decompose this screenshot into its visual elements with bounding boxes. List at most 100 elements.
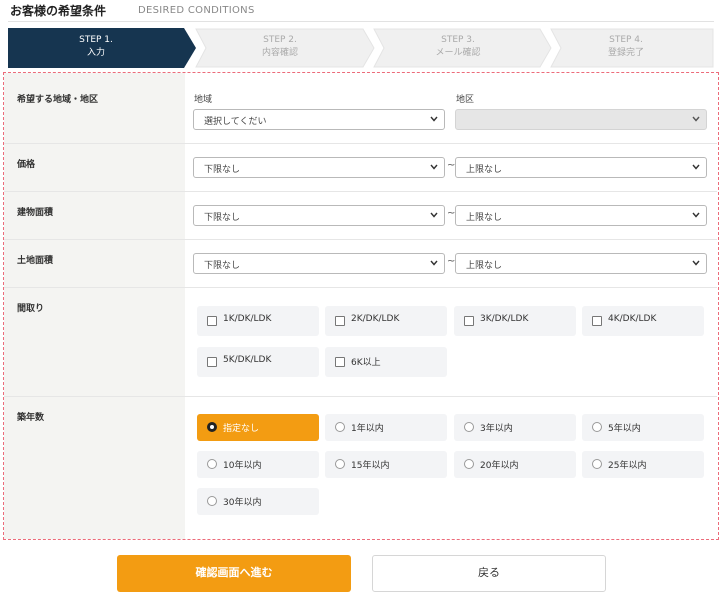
step-2-number: STEP 2. [263, 35, 297, 45]
page-header: お客様の希望条件 DESIRED CONDITIONS [8, 0, 714, 22]
building-area-max-value: 上限なし [466, 213, 503, 223]
checkbox[interactable] [464, 316, 474, 326]
radio-button[interactable] [335, 459, 345, 469]
chevron-down-icon [692, 164, 700, 170]
layout-label-cell: 間取り [4, 288, 185, 396]
step-3: STEP 3. メール確認 [370, 34, 546, 60]
step-4-number: STEP 4. [609, 35, 643, 45]
land-area-max-select[interactable]: 上限なし [455, 253, 707, 274]
chevron-down-icon [692, 212, 700, 218]
checkbox[interactable] [335, 357, 345, 367]
step-progress-bar: STEP 1. 入力 STEP 2. 内容確認 STEP 3. メール確認 ST… [8, 28, 714, 68]
step-4-label: 登録完了 [607, 48, 644, 58]
land-area-min-select[interactable]: 下限なし [193, 253, 445, 274]
land-area-max-value: 上限なし [466, 261, 503, 271]
layout-option-label: 3K/DK/LDK [480, 314, 529, 324]
layout-option-2k[interactable]: 2K/DK/LDK [325, 306, 447, 336]
age-option-label: 25年以内 [608, 461, 647, 471]
radio-button[interactable] [592, 422, 602, 432]
radio-button[interactable] [464, 422, 474, 432]
land-area-row: 土地面積 下限なし ~ 上限なし [4, 240, 717, 288]
layout-option-label: 2K/DK/LDK [351, 314, 400, 324]
chevron-down-icon [430, 116, 438, 122]
age-option-3y[interactable]: 3年以内 [454, 414, 576, 441]
layout-option-label: 6K以上 [351, 358, 381, 368]
region-caption: 地域 [194, 95, 213, 105]
layout-option-label: 5K/DK/LDK [223, 355, 272, 365]
age-label: 築年数 [17, 413, 45, 423]
step-2: STEP 2. 内容確認 [192, 34, 368, 60]
building-area-row: 建物面積 下限なし ~ 上限なし [4, 192, 717, 240]
age-option-label: 10年以内 [223, 461, 262, 471]
price-min-value: 下限なし [204, 165, 241, 175]
step-1-number: STEP 1. [79, 35, 113, 45]
radio-button[interactable] [207, 459, 217, 469]
step-3-label: メール確認 [435, 48, 481, 58]
layout-label: 間取り [17, 304, 45, 314]
layout-option-4k[interactable]: 4K/DK/LDK [582, 306, 704, 336]
age-option-10y[interactable]: 10年以内 [197, 451, 319, 478]
checkbox[interactable] [592, 316, 602, 326]
radio-button[interactable] [592, 459, 602, 469]
building-area-min-value: 下限なし [204, 213, 241, 223]
land-area-min-value: 下限なし [204, 261, 241, 271]
building-area-min-select[interactable]: 下限なし [193, 205, 445, 226]
radio-button[interactable] [207, 422, 217, 432]
chevron-down-icon [430, 260, 438, 266]
building-area-max-select[interactable]: 上限なし [455, 205, 707, 226]
district-caption: 地区 [456, 95, 475, 105]
region-select-value: 選択してくだい [204, 117, 267, 127]
step-1-label: 入力 [86, 48, 105, 58]
step-4: STEP 4. 登録完了 [538, 34, 714, 60]
layout-option-3k[interactable]: 3K/DK/LDK [454, 306, 576, 336]
age-option-5y[interactable]: 5年以内 [582, 414, 704, 441]
radio-button[interactable] [207, 496, 217, 506]
building-area-label-cell: 建物面積 [4, 192, 185, 239]
age-option-label: 指定なし [223, 424, 260, 434]
land-area-label: 土地面積 [17, 256, 54, 266]
price-min-select[interactable]: 下限なし [193, 157, 445, 178]
layout-option-1k[interactable]: 1K/DK/LDK [197, 306, 319, 336]
price-row: 価格 下限なし ~ 上限なし [4, 144, 717, 192]
age-label-cell: 築年数 [4, 397, 185, 539]
age-option-20y[interactable]: 20年以内 [454, 451, 576, 478]
chevron-down-icon [430, 212, 438, 218]
land-area-label-cell: 土地面積 [4, 240, 185, 287]
age-option-15y[interactable]: 15年以内 [325, 451, 447, 478]
step-1: STEP 1. 入力 [8, 34, 184, 60]
area-label-cell: 希望する地域・地区 [4, 73, 185, 143]
age-option-1y[interactable]: 1年以内 [325, 414, 447, 441]
radio-button[interactable] [464, 459, 474, 469]
price-max-value: 上限なし [466, 165, 503, 175]
price-label-cell: 価格 [4, 144, 185, 191]
district-select[interactable] [455, 109, 707, 130]
layout-row: 間取り 1K/DK/LDK 2K/DK/LDK 3K/DK/LDK 4K/DK/… [4, 288, 717, 397]
age-option-label: 3年以内 [480, 424, 513, 434]
checkbox[interactable] [207, 357, 217, 367]
age-option-any[interactable]: 指定なし [197, 414, 319, 441]
page-title: お客様の希望条件 [10, 4, 107, 18]
price-max-select[interactable]: 上限なし [455, 157, 707, 178]
age-row: 築年数 指定なし 1年以内 3年以内 5年以内 10年以内 15年以内 20年以… [4, 397, 717, 539]
step-2-label: 内容確認 [261, 48, 298, 58]
chevron-down-icon [692, 116, 700, 122]
age-option-label: 5年以内 [608, 424, 641, 434]
price-label: 価格 [17, 160, 36, 170]
checkbox[interactable] [207, 316, 217, 326]
conditions-form: 希望する地域・地区 地域 選択してくだい 地区 価格 下限なし ~ 上限なし 建… [3, 72, 719, 540]
area-row: 希望する地域・地区 地域 選択してくだい 地区 [4, 73, 717, 144]
region-select[interactable]: 選択してくだい [193, 109, 445, 130]
area-label: 希望する地域・地区 [17, 95, 99, 105]
building-area-label: 建物面積 [17, 208, 54, 218]
age-option-25y[interactable]: 25年以内 [582, 451, 704, 478]
age-option-label: 15年以内 [351, 461, 390, 471]
back-button[interactable]: 戻る [372, 555, 606, 592]
confirm-button[interactable]: 確認画面へ進む [117, 555, 351, 592]
layout-option-label: 4K/DK/LDK [608, 314, 657, 324]
layout-option-5k[interactable]: 5K/DK/LDK [197, 347, 319, 377]
radio-button[interactable] [335, 422, 345, 432]
checkbox[interactable] [335, 316, 345, 326]
age-option-30y[interactable]: 30年以内 [197, 488, 319, 515]
layout-option-6k[interactable]: 6K以上 [325, 347, 447, 377]
page-subtitle: DESIRED CONDITIONS [138, 5, 255, 16]
